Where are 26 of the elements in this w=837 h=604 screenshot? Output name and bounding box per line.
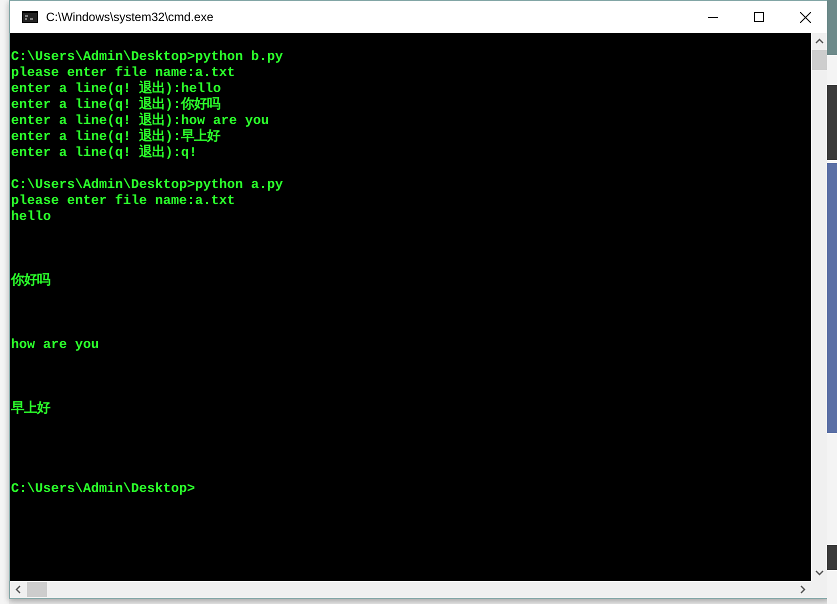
horizontal-scrollbar[interactable] — [10, 581, 811, 598]
console-line: enter a line(q! 退出):你好吗 — [11, 98, 220, 113]
chevron-left-icon — [14, 585, 23, 594]
console-line: 早上好 — [11, 402, 50, 417]
console-line: enter a line(q! 退出):how are you — [11, 114, 269, 129]
maximize-icon — [754, 12, 764, 22]
console-line: enter a line(q! 退出):hello — [11, 82, 221, 97]
window-title: C:\Windows\system32\cmd.exe — [46, 10, 214, 24]
console-line: how are you — [11, 338, 99, 353]
console-line: C:\Users\Admin\Desktop>python b.py — [11, 50, 283, 65]
scrollbar-thumb[interactable] — [27, 582, 47, 597]
chevron-down-icon — [815, 568, 824, 577]
close-icon — [800, 12, 810, 22]
console-line: 你好吗 — [11, 274, 50, 289]
chevron-up-icon — [815, 37, 824, 46]
console-line: C:\Users\Admin\Desktop>python a.py — [11, 178, 283, 193]
console-line: enter a line(q! 退出):q! — [11, 146, 197, 161]
console-line: please enter file name:a.txt — [11, 66, 235, 81]
console-line: please enter file name:a.txt — [11, 194, 235, 209]
terminal-icon — [22, 11, 38, 23]
console-line: hello — [11, 210, 51, 225]
console-line: enter a line(q! 退出):早上好 — [11, 130, 220, 145]
vertical-scrollbar[interactable] — [811, 33, 828, 581]
chevron-right-icon — [798, 585, 807, 594]
console-line: C:\Users\Admin\Desktop> — [11, 482, 195, 497]
scrollbar-thumb[interactable] — [812, 50, 827, 70]
